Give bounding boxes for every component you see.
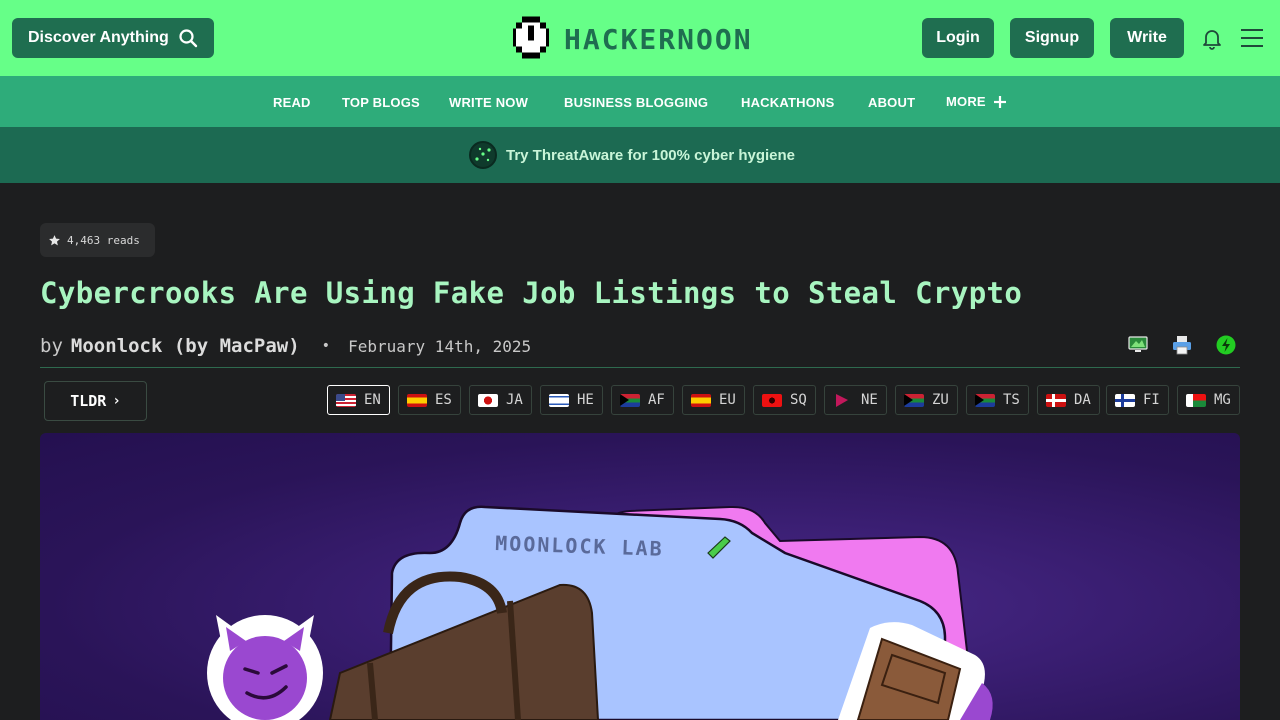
hero-illustration: MOONLOCK LAB: [207, 505, 993, 720]
flag-us-icon: [336, 393, 356, 407]
hamburger-menu-icon[interactable]: [1240, 27, 1264, 49]
flag-il-icon: [549, 393, 569, 407]
language-option-he[interactable]: HE: [540, 385, 603, 415]
byline-prefix: by: [40, 335, 63, 357]
language-code: TS: [1003, 392, 1020, 408]
language-code: NE: [861, 392, 878, 408]
tldr-label: TLDR: [70, 392, 107, 410]
top-header: Discover Anything HACKERNOON Login Signu…: [0, 0, 1280, 76]
nav-item-more[interactable]: MORE: [946, 94, 1007, 109]
language-option-sq[interactable]: SQ: [753, 385, 816, 415]
language-option-zu[interactable]: ZU: [895, 385, 958, 415]
nav-item-read[interactable]: READ: [273, 95, 311, 110]
flag-al-icon: [762, 393, 782, 407]
article-hero-image: MOONLOCK LAB: [40, 433, 1240, 720]
author-link[interactable]: Moonlock (by MacPaw): [71, 335, 300, 357]
main-nav: READ TOP BLOGS WRITE NOW BUSINESS BLOGGI…: [0, 76, 1280, 127]
login-button[interactable]: Login: [922, 18, 994, 58]
discover-label: Discover Anything: [28, 29, 169, 46]
language-option-es[interactable]: ES: [398, 385, 461, 415]
language-option-ts[interactable]: TS: [966, 385, 1029, 415]
language-code: JA: [506, 392, 523, 408]
discover-search-button[interactable]: Discover Anything: [12, 18, 214, 58]
byline-separator: •: [321, 338, 331, 354]
hackernoon-pixel-logo-icon: [513, 16, 549, 59]
divider: [40, 367, 1240, 368]
language-code: DA: [1074, 392, 1091, 408]
signup-button[interactable]: Signup: [1010, 18, 1094, 58]
language-code: AF: [648, 392, 665, 408]
reads-count: 4,463 reads: [67, 233, 140, 247]
sponsor-text: Try ThreatAware for 100% cyber hygiene: [506, 146, 796, 164]
nav-item-write-now[interactable]: WRITE NOW: [449, 95, 528, 110]
language-code: EU: [719, 392, 736, 408]
language-code: MG: [1214, 392, 1231, 408]
language-code: EN: [364, 392, 381, 408]
language-code: SQ: [790, 392, 807, 408]
language-code: FI: [1143, 392, 1160, 408]
flag-es-icon: [407, 393, 427, 407]
language-option-da[interactable]: DA: [1037, 385, 1100, 415]
language-option-en[interactable]: EN: [327, 385, 390, 415]
nav-item-hackathons[interactable]: HACKATHONS: [741, 95, 834, 110]
nav-more-label: MORE: [946, 94, 986, 109]
lightning-icon[interactable]: [1216, 335, 1236, 355]
byline: by Moonlock (by MacPaw) • February 14th,…: [40, 333, 531, 359]
language-code: ZU: [932, 392, 949, 408]
language-option-af[interactable]: AF: [611, 385, 674, 415]
language-option-mg[interactable]: MG: [1177, 385, 1240, 415]
flag-np-icon: [833, 393, 853, 407]
article-title: Cybercrooks Are Using Fake Job Listings …: [40, 276, 1023, 310]
language-option-ne[interactable]: NE: [824, 385, 887, 415]
devil-emoji-icon: [207, 615, 323, 720]
language-code: HE: [577, 392, 594, 408]
publish-date: February 14th, 2025: [348, 336, 532, 356]
printer-icon[interactable]: [1172, 335, 1192, 355]
chevron-right-icon: ›: [112, 393, 121, 409]
star-icon: [49, 234, 60, 245]
language-option-eu[interactable]: EU: [682, 385, 745, 415]
flag-dk-icon: [1046, 393, 1066, 407]
language-option-fi[interactable]: FI: [1106, 385, 1169, 415]
flag-za-icon: [975, 393, 995, 407]
reads-badge: 4,463 reads: [40, 223, 155, 257]
monitor-icon[interactable]: [1128, 335, 1148, 355]
language-option-ja[interactable]: JA: [469, 385, 532, 415]
flag-es-icon: [691, 393, 711, 407]
logo-wordmark: HACKERNOON: [564, 22, 753, 56]
search-icon: [179, 29, 198, 48]
nav-item-business-blogging[interactable]: BUSINESS BLOGGING: [564, 95, 708, 110]
hackernoon-logo[interactable]: HACKERNOON: [510, 16, 770, 62]
plus-icon: [993, 95, 1006, 108]
tldr-button[interactable]: TLDR ›: [44, 381, 147, 421]
flag-za-icon: [904, 393, 924, 407]
nav-item-top-blogs[interactable]: TOP BLOGS: [342, 95, 420, 110]
threataware-logo-icon: [469, 141, 497, 169]
flag-mg-icon: [1186, 393, 1206, 407]
flag-fi-icon: [1115, 393, 1135, 407]
language-code: ES: [435, 392, 452, 408]
bell-icon[interactable]: [1200, 26, 1224, 50]
flag-za-icon: [620, 393, 640, 407]
flag-jp-icon: [478, 393, 498, 407]
write-button[interactable]: Write: [1110, 18, 1184, 58]
nav-item-about[interactable]: ABOUT: [868, 95, 915, 110]
sponsor-banner[interactable]: Try ThreatAware for 100% cyber hygiene: [0, 127, 1280, 183]
